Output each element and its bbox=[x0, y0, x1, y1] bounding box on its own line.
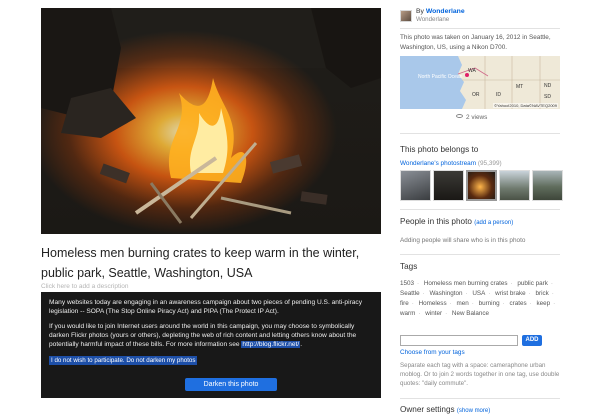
campaign-link-suffix: . bbox=[300, 341, 303, 349]
photostream-link[interactable]: Wonderlane's photostream bbox=[400, 160, 476, 167]
darken-photo-button[interactable]: Darken this photo bbox=[185, 378, 277, 391]
add-tag-input[interactable] bbox=[400, 335, 518, 346]
tag[interactable]: keep bbox=[536, 300, 550, 307]
thumbnail-current[interactable] bbox=[466, 170, 497, 201]
tags-heading: Tags bbox=[400, 262, 418, 271]
photostream-line: Wonderlane's photostream (95,399) bbox=[400, 160, 502, 167]
flickr-blog-link[interactable]: http://blog.flickr.net/ bbox=[241, 341, 301, 349]
map-label-wa: WA bbox=[468, 68, 476, 74]
tag-list: 1503 · Homeless men burning crates · publi… bbox=[400, 280, 556, 317]
owner-name-link[interactable]: Wonderlane bbox=[426, 8, 465, 15]
tag[interactable]: USA bbox=[472, 290, 485, 297]
tag[interactable]: crates bbox=[509, 300, 526, 307]
thumbnail[interactable] bbox=[400, 170, 431, 201]
map-label-nd: ND bbox=[544, 83, 552, 89]
owner-byline: By Wonderlane Wonderlane bbox=[400, 8, 465, 28]
fire-photo-image bbox=[41, 8, 381, 234]
add-person-link[interactable]: (add a person) bbox=[474, 220, 513, 226]
campaign-paragraph-1: Many websites today are engaging in an a… bbox=[49, 299, 363, 316]
tag-help-text: Separate each tag with a space: cameraph… bbox=[400, 362, 560, 387]
view-count: 2 views bbox=[456, 114, 487, 121]
thumbnail[interactable] bbox=[433, 170, 464, 201]
tag[interactable]: Washington bbox=[429, 290, 462, 297]
tag[interactable]: men bbox=[456, 300, 468, 307]
photo-title[interactable]: Homeless men burning crates to keep warm… bbox=[41, 243, 381, 283]
tag[interactable]: 1503 bbox=[400, 280, 414, 287]
choose-tags-link[interactable]: Choose from your tags bbox=[400, 349, 465, 356]
tag[interactable]: Homeless men burning crates bbox=[424, 280, 508, 287]
tag[interactable]: public park bbox=[517, 280, 547, 287]
views-text: 2 views bbox=[466, 114, 488, 121]
belongs-heading: This photo belongs to bbox=[400, 145, 479, 154]
campaign-paragraph-2: If you would like to join Internet users… bbox=[49, 322, 373, 350]
avatar[interactable] bbox=[400, 10, 412, 22]
views-icon bbox=[456, 114, 463, 118]
add-tag-button[interactable]: ADD bbox=[522, 335, 542, 346]
campaign-paragraph-2-text: If you would like to join Internet users… bbox=[49, 322, 357, 349]
map-label-id: ID bbox=[496, 92, 501, 98]
owner-settings-text: Owner settings bbox=[400, 405, 455, 414]
photo-taken-info: This photo was taken on January 16, 2012… bbox=[400, 34, 551, 51]
divider bbox=[400, 254, 560, 255]
people-heading: People in this photo (add a person) bbox=[400, 217, 513, 226]
map-copyright: ©Yahoo!2010, Data©NAVTEQ2009 bbox=[493, 103, 558, 108]
map-ocean-label: North Pacific Ocean bbox=[418, 74, 463, 80]
tag[interactable]: wrist brake bbox=[495, 290, 525, 297]
by-prefix: By bbox=[416, 8, 424, 15]
sopa-campaign-box: Many websites today are engaging in an a… bbox=[41, 292, 381, 398]
owner-subtitle: Wonderlane bbox=[416, 16, 450, 23]
owner-info: By Wonderlane Wonderlane bbox=[416, 8, 465, 24]
map-label-sd: SD bbox=[544, 94, 551, 100]
tag[interactable]: brick bbox=[535, 290, 548, 297]
divider bbox=[400, 209, 560, 210]
map-label-mt: MT bbox=[516, 84, 524, 90]
map-label-or: OR bbox=[472, 92, 480, 98]
divider bbox=[400, 28, 560, 29]
location-map[interactable]: North Pacific Ocean WA MT ND SD OR ID ©Y… bbox=[400, 56, 560, 109]
map-image bbox=[400, 56, 560, 109]
tag[interactable]: Seattle bbox=[400, 290, 420, 297]
tag[interactable]: fire bbox=[400, 300, 409, 307]
divider bbox=[400, 133, 560, 134]
tag[interactable]: warm bbox=[400, 310, 415, 317]
tag[interactable]: burning bbox=[479, 300, 500, 307]
divider bbox=[400, 398, 560, 399]
main-photo[interactable] bbox=[41, 8, 381, 234]
photostream-thumbnails bbox=[400, 170, 563, 201]
opt-out-link[interactable]: I do not wish to participate. Do not dar… bbox=[49, 356, 198, 366]
people-heading-text: People in this photo bbox=[400, 217, 472, 226]
tag[interactable]: Homeless bbox=[419, 300, 447, 307]
thumbnail[interactable] bbox=[499, 170, 530, 201]
photostream-count: (95,399) bbox=[477, 160, 502, 167]
add-description-link[interactable]: Click here to add a description bbox=[41, 283, 128, 290]
show-more-link[interactable]: (show more) bbox=[457, 408, 490, 414]
thumbnail[interactable] bbox=[532, 170, 563, 201]
people-note: Adding people will share who is in this … bbox=[400, 237, 526, 244]
owner-settings-heading: Owner settings (show more) bbox=[400, 405, 490, 414]
tag[interactable]: winter bbox=[425, 310, 442, 317]
tag[interactable]: New Balance bbox=[452, 310, 489, 317]
